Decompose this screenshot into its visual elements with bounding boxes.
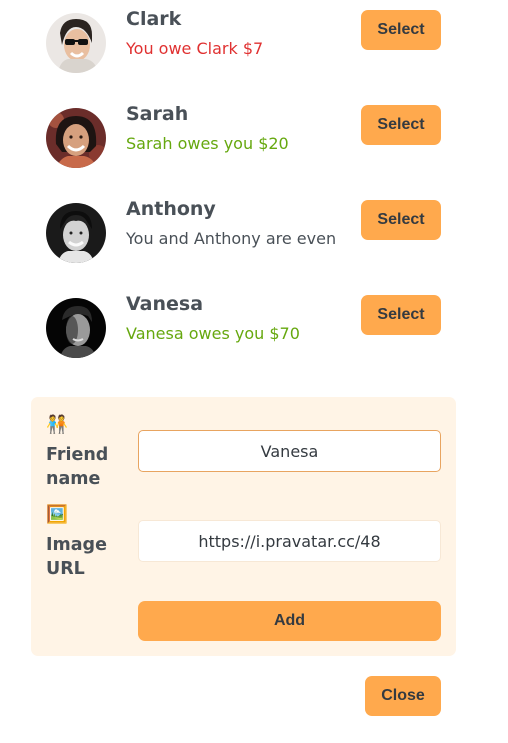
avatar — [46, 108, 106, 168]
avatar — [46, 13, 106, 73]
avatar — [46, 298, 106, 358]
avatar — [46, 203, 106, 263]
friend-name: Anthony — [126, 198, 216, 220]
friend-balance-status: Vanesa owes you $70 — [126, 324, 300, 343]
select-clark-button[interactable]: Select — [361, 10, 441, 50]
friend-balance-status: You and Anthony are even — [126, 229, 337, 248]
friend-balance-status: You owe Clark $7 — [126, 39, 264, 58]
friend-item-vanesa: Vanesa Vanesa owes you $70 Select — [46, 293, 441, 358]
friend-name-label-text: Friend name — [46, 445, 109, 489]
friend-name-input[interactable] — [138, 430, 441, 472]
friends-icon: 🧑‍🤝‍🧑 — [46, 415, 68, 435]
select-anthony-button[interactable]: Select — [361, 200, 441, 240]
friend-item-sarah: Sarah Sarah owes you $20 Select — [46, 103, 441, 168]
image-url-label: 🖼️ Image URL — [46, 503, 116, 581]
friend-balance-status: Sarah owes you $20 — [126, 134, 289, 153]
add-friend-form: 🧑‍🤝‍🧑 Friend name 🖼️ Image URL Add — [31, 397, 456, 656]
friend-item-clark: Clark You owe Clark $7 Select — [46, 8, 441, 73]
friend-name: Clark — [126, 8, 182, 30]
image-icon: 🖼️ — [46, 505, 68, 525]
image-url-input[interactable] — [138, 520, 441, 562]
friend-name: Vanesa — [126, 293, 204, 315]
image-url-label-text: Image URL — [46, 535, 107, 579]
select-sarah-button[interactable]: Select — [361, 105, 441, 145]
select-vanesa-button[interactable]: Select — [361, 295, 441, 335]
add-friend-button[interactable]: Add — [138, 601, 441, 641]
friend-name: Sarah — [126, 103, 189, 125]
friend-item-anthony: Anthony You and Anthony are even Select — [46, 198, 441, 263]
close-button[interactable]: Close — [365, 676, 441, 716]
friend-name-label: 🧑‍🤝‍🧑 Friend name — [46, 413, 116, 491]
